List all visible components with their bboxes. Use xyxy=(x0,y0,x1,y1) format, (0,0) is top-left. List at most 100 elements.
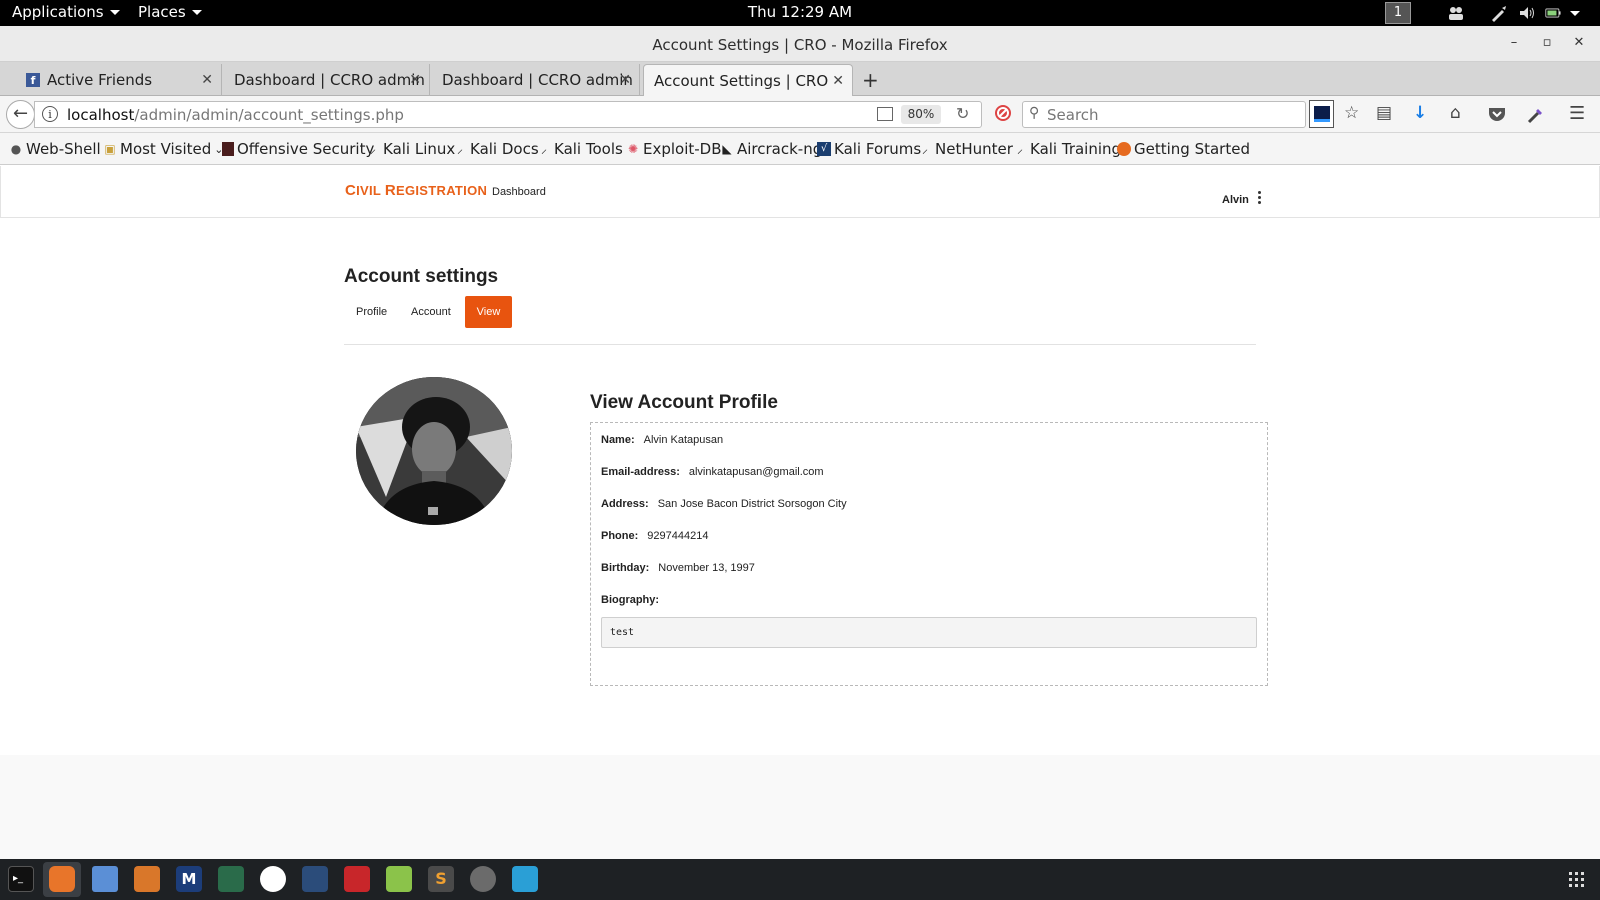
field-value: November 13, 1997 xyxy=(658,562,755,574)
search-input[interactable] xyxy=(1047,105,1297,125)
tab-active-friends[interactable]: f Active Friends ✕ xyxy=(16,64,222,96)
tab-view[interactable]: View xyxy=(465,296,512,328)
system-monitor-icon[interactable] xyxy=(512,866,538,892)
bookmark-kali-tools[interactable]: ⸝ Kali Tools xyxy=(537,140,623,158)
bookmark-nethunter[interactable]: ⸝ NetHunter xyxy=(918,140,1013,158)
kali-icon: ⸝ xyxy=(369,142,376,156)
tab-account-settings[interactable]: Account Settings | CRO ✕ xyxy=(643,64,853,97)
bookmark-kali-forums[interactable]: √ Kali Forums xyxy=(817,140,921,158)
brand-initial: C xyxy=(345,182,357,199)
profile-field-phone: Phone: 9297444214 xyxy=(601,530,708,542)
metasploit-icon[interactable]: M xyxy=(176,866,202,892)
user-menu-name[interactable]: Alvin xyxy=(1222,194,1249,206)
tab-account[interactable]: Account xyxy=(399,296,463,328)
terminal-icon[interactable]: ▸_ xyxy=(8,866,34,892)
maximize-button[interactable]: ▫ xyxy=(1538,34,1556,52)
minimize-button[interactable]: – xyxy=(1505,34,1523,52)
tab-profile[interactable]: Profile xyxy=(344,296,399,328)
faraday-icon[interactable] xyxy=(344,866,370,892)
field-label: Name: xyxy=(601,434,635,446)
close-tab-icon[interactable]: ✕ xyxy=(201,72,213,88)
bookmark-kali-training[interactable]: ⸝ Kali Training xyxy=(1013,140,1121,158)
bookmark-kali-linux[interactable]: ⸝ Kali Linux xyxy=(366,140,455,158)
battery-icon[interactable] xyxy=(1545,4,1563,22)
applications-menu[interactable]: Applications xyxy=(12,3,120,21)
leafpad-icon[interactable] xyxy=(386,866,412,892)
site-brand[interactable]: CIVIL REGISTRATION xyxy=(345,182,487,199)
addon-icon xyxy=(1313,106,1330,122)
tab-label: Active Friends xyxy=(47,71,153,89)
reload-icon[interactable]: ↻ xyxy=(956,104,969,123)
divider xyxy=(344,344,1256,345)
bookmarks-list-icon[interactable]: ▤ xyxy=(1376,103,1392,123)
places-menu[interactable]: Places xyxy=(138,3,202,21)
applications-menu-label: Applications xyxy=(12,3,104,21)
field-label: Biography: xyxy=(601,594,660,606)
sublime-icon[interactable]: S xyxy=(428,866,454,892)
site-navbar: CIVIL REGISTRATION Dashboard Alvin xyxy=(0,166,1600,218)
bookmark-exploit-db[interactable]: ✺ Exploit-DB xyxy=(626,140,722,158)
nav-dashboard-link[interactable]: Dashboard xyxy=(492,186,546,198)
zoom-indicator[interactable]: 80% xyxy=(901,105,941,124)
web-page: CIVIL REGISTRATION Dashboard Alvin Accou… xyxy=(0,166,1600,859)
bookmark-most-visited[interactable]: ▣ Most Visited ⌄ xyxy=(103,140,223,158)
field-label: Email-address: xyxy=(601,466,680,478)
settings-gear-icon[interactable] xyxy=(470,866,496,892)
kali-icon: ⸝ xyxy=(1016,142,1023,156)
bookmark-label: Web-Shell xyxy=(26,140,101,158)
aircrack-icon: ◣ xyxy=(722,142,732,156)
reader-view-icon[interactable] xyxy=(877,107,893,121)
addon-block-icon[interactable] xyxy=(994,104,1012,122)
pen-tool-icon[interactable] xyxy=(1490,4,1508,22)
new-tab-button[interactable]: + xyxy=(862,68,879,92)
url-text[interactable]: localhost/admin/admin/account_settings.p… xyxy=(67,106,404,124)
close-window-button[interactable]: ✕ xyxy=(1570,34,1588,52)
url-bar[interactable]: i localhost/admin/admin/account_settings… xyxy=(34,101,982,128)
field-label: Birthday: xyxy=(601,562,650,574)
downloads-icon[interactable]: ↓ xyxy=(1413,103,1427,123)
site-info-icon[interactable]: i xyxy=(42,106,58,122)
maltego-icon[interactable] xyxy=(260,866,286,892)
armitage-icon[interactable] xyxy=(218,866,244,892)
page-title: Account settings xyxy=(344,266,499,287)
users-icon[interactable] xyxy=(1447,4,1465,22)
files-icon[interactable] xyxy=(92,866,118,892)
system-menu-chevron-icon[interactable] xyxy=(1570,11,1580,16)
close-tab-icon[interactable]: ✕ xyxy=(619,72,631,88)
places-menu-label: Places xyxy=(138,3,186,21)
field-value: San Jose Bacon District Sorsogon City xyxy=(657,498,847,510)
developer-tools-icon[interactable] xyxy=(1527,106,1545,124)
beef-icon[interactable] xyxy=(302,866,328,892)
kebab-menu-icon[interactable] xyxy=(1256,191,1262,205)
bookmark-aircrack-ng[interactable]: ◣ Aircrack-ng xyxy=(720,140,822,158)
url-path: /admin/admin/account_settings.php xyxy=(134,106,404,124)
close-tab-icon[interactable]: ✕ xyxy=(832,73,844,89)
back-button[interactable]: ← xyxy=(6,100,35,129)
bookmark-star-icon[interactable]: ☆ xyxy=(1344,103,1359,123)
firefox-icon[interactable] xyxy=(49,866,75,892)
profile-photo xyxy=(356,377,512,525)
navigation-toolbar: ← i localhost/admin/admin/account_settin… xyxy=(0,96,1600,133)
show-applications-icon[interactable] xyxy=(1569,872,1585,888)
addon-button[interactable] xyxy=(1309,100,1334,128)
hamburger-menu-icon[interactable]: ☰ xyxy=(1569,103,1585,124)
tab-dashboard-1[interactable]: Dashboard | CCRO admin ✕ xyxy=(224,64,430,96)
tab-label: Dashboard | CCRO admin xyxy=(234,71,425,89)
bookmark-kali-docs[interactable]: ⸝ Kali Docs xyxy=(453,140,539,158)
volume-icon[interactable] xyxy=(1518,4,1536,22)
close-tab-icon[interactable]: ✕ xyxy=(409,72,421,88)
tab-dashboard-2[interactable]: Dashboard | CCRO admin ✕ xyxy=(432,64,640,96)
bookmarks-toolbar: ● Web-Shell ▣ Most Visited ⌄ Offensive Secu… xyxy=(0,133,1600,165)
bookmark-label: Kali Tools xyxy=(554,140,623,158)
bookmark-web-shell[interactable]: ● Web-Shell xyxy=(9,140,101,158)
pocket-icon[interactable] xyxy=(1488,106,1506,122)
burpsuite-icon[interactable] xyxy=(134,866,160,892)
bookmark-offensive-security[interactable]: Offensive Security xyxy=(222,140,374,158)
search-bar[interactable]: ⚲ xyxy=(1022,101,1306,128)
field-value: alvinkatapusan@gmail.com xyxy=(688,466,824,478)
home-icon[interactable]: ⌂ xyxy=(1450,103,1461,123)
workspace-indicator[interactable]: 1 xyxy=(1385,2,1411,24)
bookmark-getting-started[interactable]: Getting Started xyxy=(1117,140,1250,158)
clock[interactable]: Thu 12:29 AM xyxy=(0,3,1600,21)
view-profile-title: View Account Profile xyxy=(590,392,778,413)
